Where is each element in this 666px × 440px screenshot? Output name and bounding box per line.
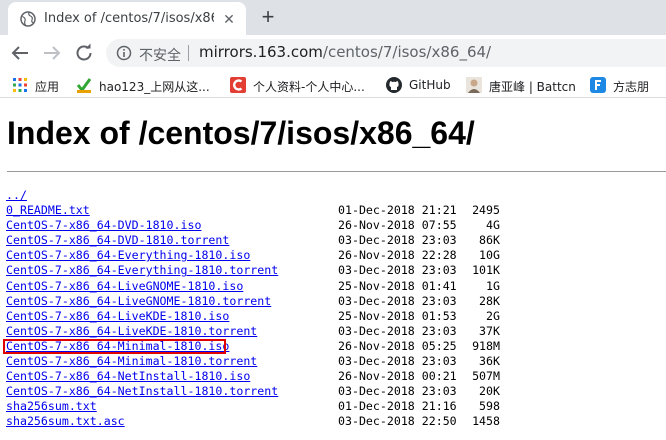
file-size: 20K [479, 384, 500, 399]
listing-row: sha256sum.txt.asc 03-Dec-2018 22:50 1458 [6, 414, 526, 429]
file-date: 01-Dec-2018 21:16 [338, 399, 457, 414]
bookmark-label: 唐亚峰 | Battcn [489, 80, 576, 94]
url-text[interactable]: mirrors.163.com/centos/7/isos/x86_64/ [199, 43, 491, 61]
file-link[interactable]: CentOS-7-x86_64-Everything-1810.torrent [6, 263, 278, 278]
globe-icon [20, 11, 36, 27]
file-date: 03-Dec-2018 23:03 [338, 263, 457, 278]
file-size: 10G [479, 248, 500, 263]
back-arrow-icon[interactable] [8, 41, 32, 65]
hao123-icon [76, 78, 92, 93]
listing-row: CentOS-7-x86_64-Minimal-1810.iso 26-Nov-2… [3, 338, 526, 354]
file-link[interactable]: CentOS-7-x86_64-Everything-1810.iso [6, 248, 250, 263]
file-link[interactable]: CentOS-7-x86_64-DVD-1810.torrent [6, 233, 229, 248]
tab-title: Index of /centos/7/isos/x86_64/ [44, 11, 214, 26]
file-link[interactable]: CentOS-7-x86_64-NetInstall-1810.iso [6, 369, 250, 384]
apps-grid-icon [13, 78, 27, 92]
file-link[interactable]: 0_README.txt [6, 203, 90, 218]
listing-row: CentOS-7-x86_64-DVD-1810.iso 26-Nov-2018 … [6, 218, 526, 233]
file-size: 2G [486, 308, 500, 323]
f-logo-icon [590, 77, 606, 93]
info-icon[interactable] [116, 45, 132, 61]
url-host: mirrors.163.com [199, 43, 323, 61]
file-date: 03-Dec-2018 23:03 [338, 384, 457, 399]
file-date: 26-Nov-2018 22:28 [338, 248, 457, 263]
horizontal-rule [7, 171, 666, 172]
file-link[interactable]: CentOS-7-x86_64-Minimal-1810.torrent [6, 354, 257, 369]
address-bar[interactable]: 不安全 mirrors.163.com/centos/7/isos/x86_64… [106, 39, 666, 67]
bookmark-label: GitHub [409, 78, 451, 92]
close-icon[interactable]: ✕ [220, 10, 238, 28]
listing-row: CentOS-7-x86_64-Everything-1810.iso 26-No… [6, 248, 526, 263]
security-label[interactable]: 不安全 [139, 45, 181, 65]
file-link[interactable]: CentOS-7-x86_64-LiveGNOME-1810.torrent [6, 294, 271, 309]
bookmark-label: 应用 [35, 80, 60, 94]
listing-row: CentOS-7-x86_64-LiveGNOME-1810.iso 25-Nov… [6, 279, 526, 294]
file-link[interactable]: CentOS-7-x86_64-NetInstall-1810.torrent [6, 384, 278, 399]
listing-row: CentOS-7-x86_64-DVD-1810.torrent 03-Dec-2… [6, 233, 526, 248]
csdn-icon [230, 77, 246, 93]
omnibox-divider [188, 45, 189, 61]
page-title: Index of /centos/7/isos/x86_64/ [7, 115, 475, 151]
github-icon [386, 77, 402, 93]
listing-row: 0_README.txt 01-Dec-2018 21:21 2495 [6, 203, 526, 218]
listing-row: CentOS-7-x86_64-Minimal-1810.torrent 03-D… [6, 354, 526, 369]
file-size: 1458 [472, 414, 500, 429]
bookmark-label: 个人资料-个人中心... [253, 80, 365, 94]
file-date: 03-Dec-2018 22:50 [338, 414, 457, 429]
listing-row: CentOS-7-x86_64-NetInstall-1810.torrent 0… [6, 384, 526, 399]
page-content: Index of /centos/7/isos/x86_64/ ../0_REA… [0, 99, 666, 440]
bookmarks-bar: 应用 hao123_上网从这... 个人资料-个人中心... GitHub 唐亚… [0, 71, 666, 98]
active-tab[interactable]: Index of /centos/7/isos/x86_64/ ✕ [8, 2, 246, 35]
file-size: 36K [479, 354, 500, 369]
directory-listing: ../0_README.txt 01-Dec-2018 21:21 2495 Cent… [3, 188, 526, 430]
bookmark-label: hao123_上网从这... [99, 80, 210, 94]
file-date: 03-Dec-2018 23:03 [338, 293, 457, 308]
file-size: 37K [479, 323, 500, 338]
reload-icon[interactable] [72, 41, 96, 65]
file-link[interactable]: sha256sum.txt [6, 399, 97, 414]
file-date: 03-Dec-2018 23:03 [338, 323, 457, 338]
file-size: 28K [479, 293, 500, 308]
toolbar: 不安全 mirrors.163.com/centos/7/isos/x86_64… [0, 35, 666, 71]
file-link[interactable]: CentOS-7-x86_64-LiveGNOME-1810.iso [6, 279, 243, 294]
new-tab-button[interactable]: + [256, 6, 280, 30]
bookmark-label: 方志朋 [613, 80, 650, 94]
listing-row: CentOS-7-x86_64-LiveGNOME-1810.torrent 03… [6, 294, 526, 309]
file-date: 26-Nov-2018 00:21 [338, 369, 457, 384]
file-date: 01-Dec-2018 21:21 [338, 203, 457, 218]
file-link[interactable]: CentOS-7-x86_64-LiveKDE-1810.iso [6, 309, 229, 324]
file-size: 2495 [472, 203, 500, 218]
tab-strip: Index of /centos/7/isos/x86_64/ ✕ + [0, 0, 666, 35]
avatar-icon [466, 77, 482, 93]
listing-row: sha256sum.txt 01-Dec-2018 21:16 598 [6, 399, 526, 414]
listing-row: ../ [6, 188, 526, 203]
file-link[interactable]: sha256sum.txt.asc [6, 414, 125, 429]
highlight-box [3, 338, 226, 354]
file-date: 25-Nov-2018 01:53 [338, 308, 457, 323]
listing-row: CentOS-7-x86_64-LiveKDE-1810.iso 25-Nov-2… [6, 309, 526, 324]
listing-row: CentOS-7-x86_64-NetInstall-1810.iso 26-No… [6, 369, 526, 384]
file-size: 101K [472, 263, 500, 278]
file-size: 918M [472, 338, 500, 353]
file-link[interactable]: CentOS-7-x86_64-LiveKDE-1810.torrent [6, 324, 257, 339]
forward-arrow-icon[interactable] [40, 41, 64, 65]
file-size: 1G [486, 278, 500, 293]
file-date: 26-Nov-2018 07:55 [338, 218, 457, 233]
file-size: 4G [486, 218, 500, 233]
url-path: /centos/7/isos/x86_64/ [322, 43, 492, 61]
file-date: 26-Nov-2018 05:25 [338, 338, 457, 353]
listing-row: CentOS-7-x86_64-Everything-1810.torrent 0… [6, 263, 526, 278]
file-size: 507M [472, 369, 500, 384]
listing-row: CentOS-7-x86_64-LiveKDE-1810.torrent 03-D… [6, 324, 526, 339]
parent-directory-link[interactable]: ../ [6, 188, 27, 203]
file-link[interactable]: CentOS-7-x86_64-DVD-1810.iso [6, 218, 201, 233]
file-date: 03-Dec-2018 23:03 [338, 233, 457, 248]
file-date: 03-Dec-2018 23:03 [338, 354, 457, 369]
file-size: 598 [479, 399, 500, 414]
file-size: 86K [479, 233, 500, 248]
file-date: 25-Nov-2018 01:41 [338, 278, 457, 293]
